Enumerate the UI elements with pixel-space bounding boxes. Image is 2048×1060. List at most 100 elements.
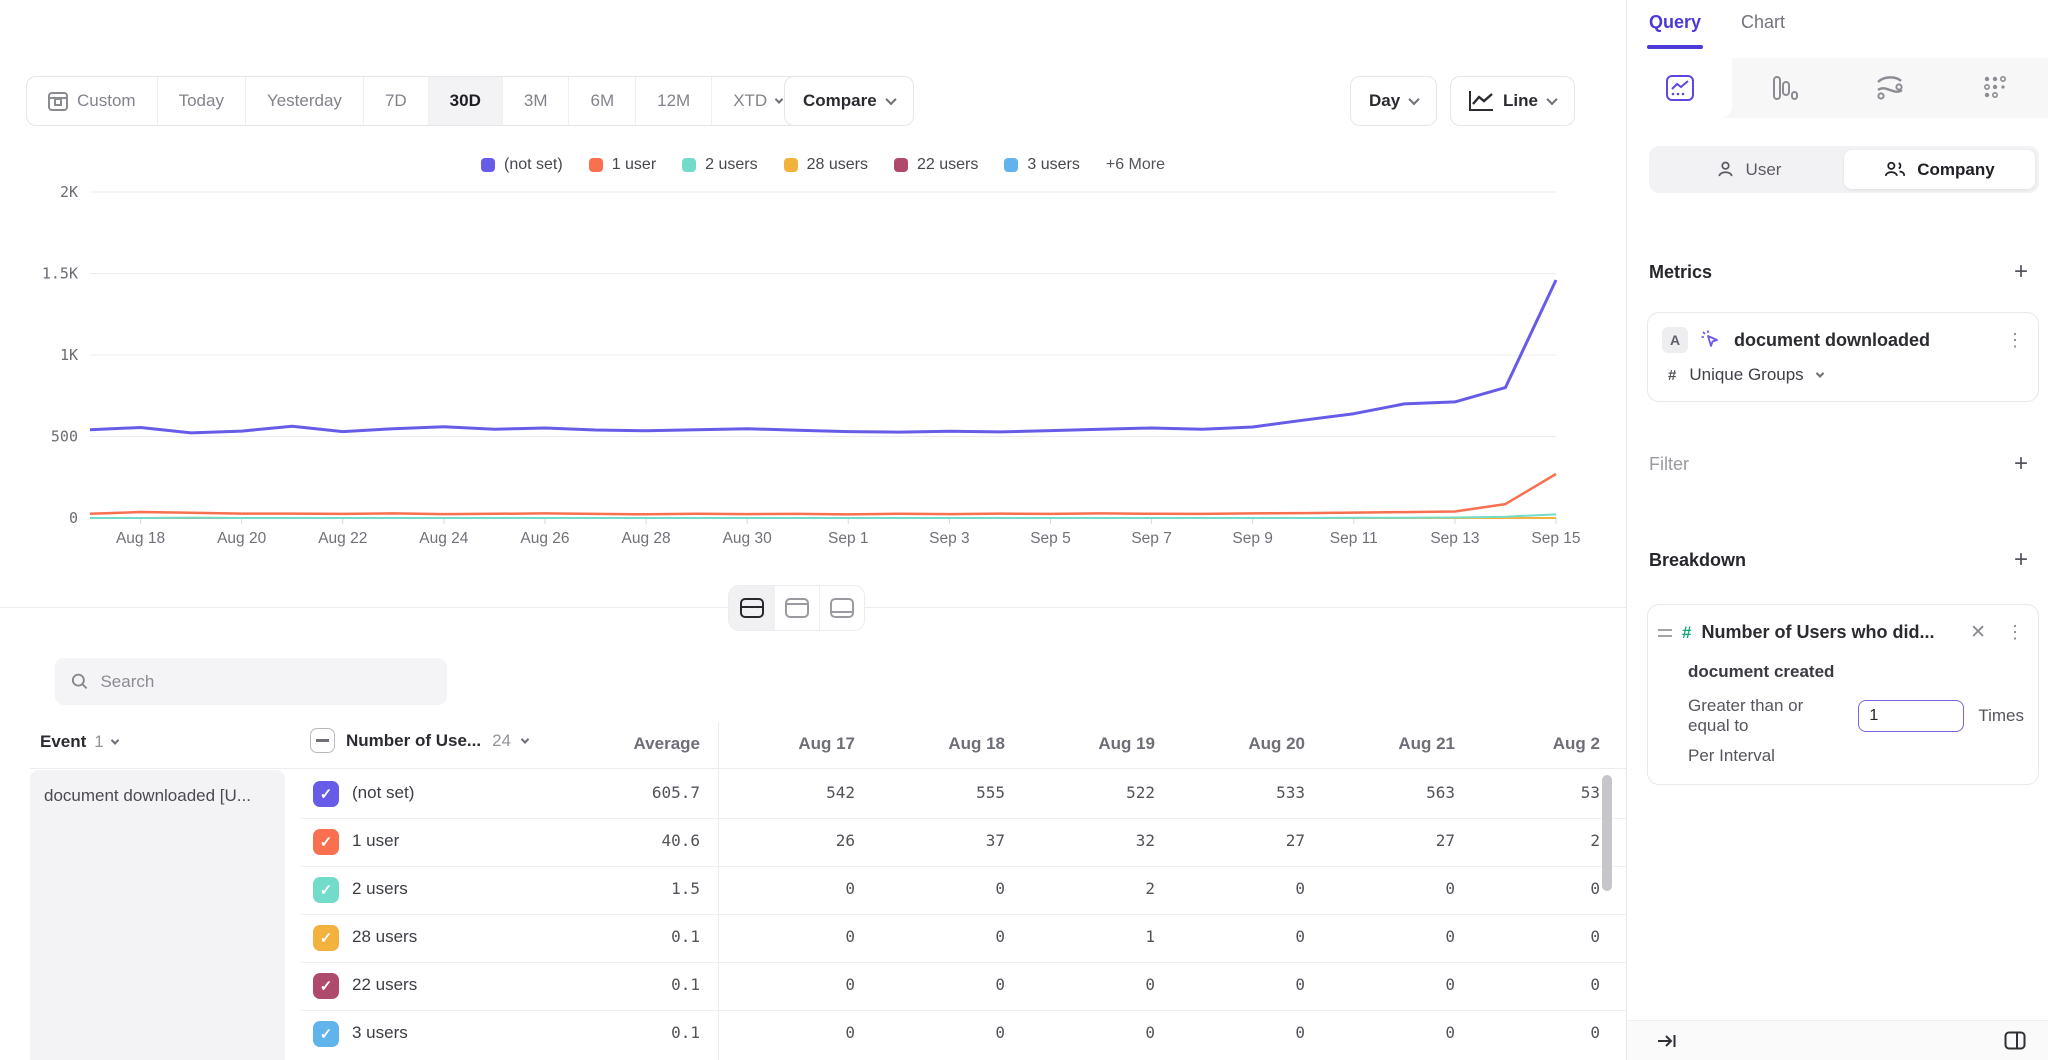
add-filter-button[interactable]: + (2014, 452, 2028, 476)
layout-columns-icon[interactable] (2004, 1031, 2026, 1050)
add-metric-button[interactable]: + (2014, 260, 2028, 284)
legend-item[interactable]: (not set) (481, 156, 563, 174)
metric-card[interactable]: A document downloaded ⋮ # Unique Groups (1647, 312, 2039, 402)
close-icon[interactable]: ✕ (1970, 621, 1986, 644)
table-row: ✓3 users0.1000000 (0, 1010, 1627, 1058)
cell-value: 0 (865, 927, 1005, 946)
series-checkbox[interactable]: ✓ (313, 1021, 339, 1047)
table-row: ✓(not set)605.754255552253356353 (0, 770, 1627, 818)
series-label: 2 users (352, 879, 408, 899)
average-value: 1.5 (560, 879, 700, 898)
legend-label: (not set) (504, 156, 563, 174)
date-column-header: Aug 18 (865, 734, 1005, 754)
cell-value: 533 (1165, 783, 1305, 802)
view-toggle-group (728, 585, 865, 631)
drag-handle-icon[interactable] (1658, 629, 1672, 637)
x-axis-label: Aug 28 (621, 530, 670, 547)
cell-value: 0 (1165, 927, 1305, 946)
series-checkbox[interactable]: ✓ (313, 925, 339, 951)
company-toggle-option[interactable]: Company (1844, 150, 2035, 189)
add-breakdown-button[interactable]: + (2014, 548, 2028, 572)
cell-value: 0 (865, 1023, 1005, 1042)
app: CustomTodayYesterday7D30D3M6M12MXTD Comp… (0, 0, 2048, 1060)
date-range-3m[interactable]: 3M (502, 77, 569, 125)
search-icon (71, 672, 88, 691)
cell-value: 1 (1015, 927, 1155, 946)
date-range-30d[interactable]: 30D (428, 77, 502, 125)
hash-icon: # (1668, 367, 1676, 384)
metric-menu-icon[interactable]: ⋮ (2006, 330, 2024, 351)
cell-value: 522 (1015, 783, 1155, 802)
x-axis-label: Aug 22 (318, 530, 367, 547)
series-label: 22 users (352, 975, 417, 995)
legend-item[interactable]: 22 users (894, 156, 978, 174)
user-icon (1716, 160, 1735, 179)
more-charts-tab[interactable] (1943, 58, 2048, 118)
user-toggle-option[interactable]: User (1653, 150, 1844, 189)
cell-value: 0 (1460, 879, 1600, 898)
legend-item[interactable]: 1 user (589, 156, 656, 174)
date-column-header: Aug 2 (1460, 734, 1600, 754)
legend-item[interactable]: 2 users (682, 156, 757, 174)
indeterminate-checkbox[interactable] (310, 728, 335, 753)
compare-button[interactable]: Compare (784, 76, 914, 126)
series-checkbox[interactable]: ✓ (313, 829, 339, 855)
interval-dropdown[interactable]: Day (1350, 76, 1437, 126)
average-value: 40.6 (560, 831, 700, 850)
line-chart-tab[interactable] (1627, 58, 1732, 118)
legend-more[interactable]: +6 More (1106, 156, 1165, 174)
date-range-12m[interactable]: 12M (635, 77, 711, 125)
date-range-custom[interactable]: Custom (27, 77, 157, 125)
tab-chart[interactable]: Chart (1741, 12, 1785, 49)
legend-swatch (1004, 158, 1018, 172)
series-count: 24 (492, 731, 511, 751)
measure-selector[interactable]: # Unique Groups (1648, 357, 2038, 401)
legend-item[interactable]: 28 users (784, 156, 868, 174)
date-range-label: Today (179, 91, 224, 111)
tab-query[interactable]: Query (1649, 12, 1701, 49)
row-divider (300, 914, 1627, 915)
date-range-yesterday[interactable]: Yesterday (245, 77, 363, 125)
event-column-header[interactable]: Event 1 (40, 732, 118, 752)
breakdown-menu-icon[interactable]: ⋮ (2006, 622, 2024, 643)
panel-tabs: Query Chart (1649, 12, 1785, 49)
bar-chart-tab[interactable] (1732, 58, 1837, 118)
search-input[interactable] (100, 672, 431, 692)
legend-label: 28 users (807, 156, 868, 174)
date-range-7d[interactable]: 7D (363, 77, 428, 125)
event-cursor-icon (1700, 329, 1722, 351)
legend-item[interactable]: 3 users (1004, 156, 1079, 174)
split-view-button[interactable] (729, 586, 774, 630)
breakdown-card[interactable]: # Number of Users who did... ✕ ⋮ documen… (1647, 604, 2039, 785)
flow-chart-tab[interactable] (1838, 58, 1943, 118)
series-checkbox[interactable]: ✓ (313, 877, 339, 903)
breakdown-property-name[interactable]: Number of Users who did... (1701, 622, 1960, 643)
date-range-6m[interactable]: 6M (568, 77, 635, 125)
condition-value-input[interactable] (1858, 700, 1964, 732)
series-column-header[interactable]: Number of Use... 24 (310, 728, 528, 753)
cell-value: 0 (1315, 927, 1455, 946)
chevron-down-icon (1409, 94, 1420, 105)
x-axis-label: Aug 18 (116, 530, 165, 547)
table-scrollbar[interactable] (1602, 775, 1612, 891)
table-row: ✓28 users0.1001000 (0, 914, 1627, 962)
chart-top-view-icon (785, 598, 809, 618)
collapse-panel-icon[interactable] (1657, 1032, 1677, 1050)
cell-value: 0 (1165, 879, 1305, 898)
query-panel: Query Chart (1627, 0, 2048, 1060)
chart-top-view-button[interactable] (774, 586, 819, 630)
chart-type-tabs (1627, 58, 2048, 118)
cell-value: 37 (865, 831, 1005, 850)
table-row: ✓22 users0.1000000 (0, 962, 1627, 1010)
average-value: 0.1 (560, 975, 700, 994)
metric-event-name[interactable]: document downloaded (1734, 330, 1994, 351)
table-bottom-view-button[interactable] (819, 586, 864, 630)
date-range-today[interactable]: Today (157, 77, 245, 125)
line-chart[interactable]: 05001K1.5K2KAug 18Aug 20Aug 22Aug 24Aug … (0, 178, 1627, 558)
x-axis-label: Sep 15 (1531, 530, 1580, 547)
date-range-label: 3M (524, 91, 548, 111)
series-checkbox[interactable]: ✓ (313, 973, 339, 999)
chart-type-dropdown[interactable]: Line (1450, 76, 1575, 126)
cell-value: 0 (865, 975, 1005, 994)
series-checkbox[interactable]: ✓ (313, 781, 339, 807)
